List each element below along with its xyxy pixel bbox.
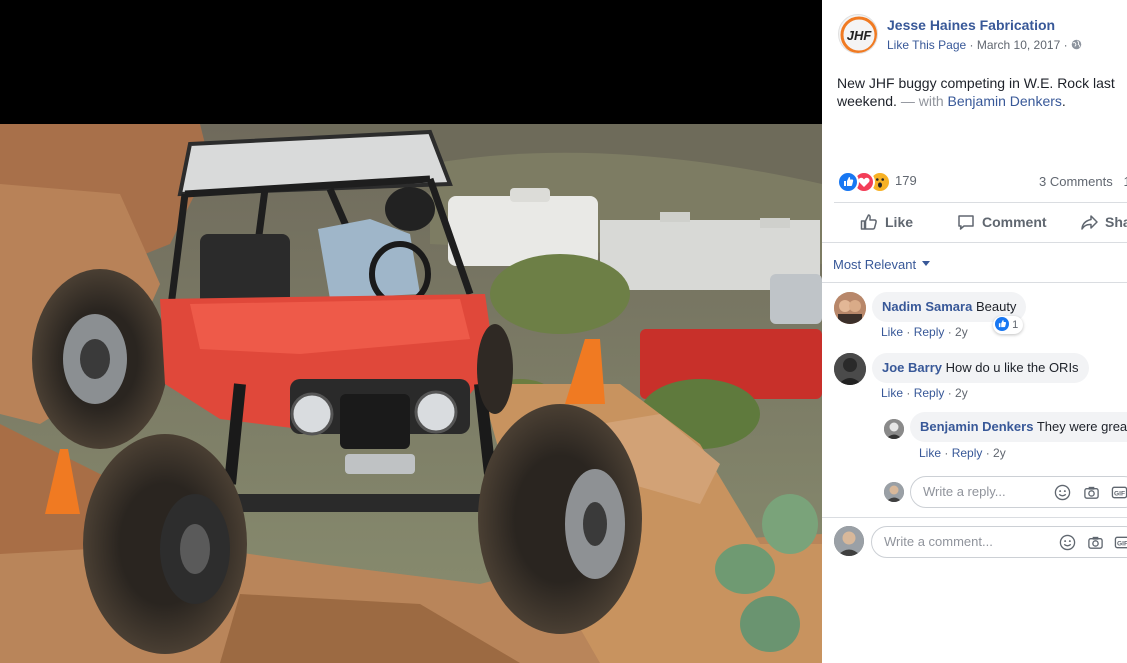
caption-end: .: [1061, 93, 1066, 109]
comment-sort-dropdown[interactable]: Most Relevant: [833, 257, 930, 272]
meta-separator: ·: [969, 38, 977, 52]
thumbs-up-icon: [860, 214, 877, 230]
jhf-logo-icon: JHF: [840, 16, 877, 53]
like-page-link[interactable]: Like This Page: [887, 38, 966, 52]
svg-text:GIF: GIF: [1114, 490, 1125, 497]
avatar-photo: [834, 292, 866, 324]
divider: [834, 202, 1127, 203]
reply-input-placeholder: Write a reply...: [923, 484, 1006, 499]
like-reaction-icon: [995, 317, 1009, 331]
gif-icon[interactable]: GIF: [1111, 484, 1127, 501]
commenter-avatar[interactable]: [834, 353, 866, 385]
comments-count[interactable]: 3 Comments 1: [1039, 174, 1127, 189]
like-reaction-icon: [837, 171, 859, 193]
comment-reaction-count: 1: [1012, 319, 1019, 331]
comment-reaction-badge[interactable]: 1: [993, 316, 1024, 334]
buggy-photo-image: [0, 124, 822, 663]
photo-viewer[interactable]: [0, 0, 822, 663]
meta-separator: ·: [1063, 38, 1071, 52]
comment-reply-link[interactable]: Reply: [914, 386, 945, 400]
avatar-photo: [834, 526, 864, 556]
comments-count-label[interactable]: 3 Comments: [1039, 174, 1113, 189]
comment-actions: Like · Reply · 2y: [881, 386, 968, 400]
replier-avatar[interactable]: [884, 419, 904, 439]
reply-input[interactable]: Write a reply... GIF: [910, 476, 1127, 508]
comment-input-placeholder: Write a comment...: [884, 534, 993, 549]
commenter-avatar[interactable]: [834, 292, 866, 324]
share-icon: [1081, 215, 1098, 230]
comment-time[interactable]: 2y: [955, 386, 968, 400]
divider: [822, 242, 1127, 243]
own-avatar: [884, 482, 904, 502]
comment-text: How do u like the ORIs: [945, 360, 1079, 375]
post-date[interactable]: March 10, 2017: [977, 38, 1060, 52]
share-button[interactable]: Sha: [1079, 204, 1127, 240]
commenter-name-link[interactable]: Nadim Samara: [882, 299, 972, 314]
divider: [822, 517, 1127, 518]
post-caption: New JHF buggy competing in W.E. Rock las…: [837, 74, 1127, 110]
comment-bubble: Joe Barry How do u like the ORIs: [872, 353, 1089, 383]
share-button-label: Sha: [1105, 214, 1127, 230]
camera-icon[interactable]: [1083, 484, 1100, 501]
reply-bubble: Benjamin Denkers They were grea: [910, 412, 1127, 442]
gif-icon[interactable]: GIF: [1114, 534, 1127, 551]
own-avatar: [834, 526, 864, 556]
post-meta: Like This Page · March 10, 2017 ·: [887, 38, 1082, 52]
sort-label[interactable]: Most Relevant: [833, 257, 916, 272]
svg-text:GIF: GIF: [1117, 540, 1127, 547]
logo-text: JHF: [847, 28, 873, 43]
tagged-person-link[interactable]: Benjamin Denkers: [948, 93, 1062, 109]
emoji-icon[interactable]: [1059, 534, 1076, 551]
comment-actions: Like · Reply · 2y: [881, 325, 968, 339]
camera-icon[interactable]: [1087, 534, 1104, 551]
commenter-name-link[interactable]: Joe Barry: [882, 360, 942, 375]
page-logo-avatar[interactable]: JHF: [838, 14, 878, 54]
like-button[interactable]: Like: [859, 204, 913, 240]
comment-text: Beauty: [975, 299, 1017, 314]
reply-time[interactable]: 2y: [993, 446, 1006, 460]
avatar-photo: [884, 419, 904, 439]
page-name-link[interactable]: Jesse Haines Fabrication: [887, 17, 1055, 33]
comment-button-label: Comment: [982, 214, 1047, 230]
reply-actions: Like · Reply · 2y: [919, 446, 1006, 460]
globe-icon[interactable]: [1071, 39, 1082, 50]
shares-count-partial[interactable]: 1: [1124, 174, 1127, 189]
caret-down-icon: [921, 261, 930, 266]
comment-button[interactable]: Comment: [956, 204, 1047, 240]
comment-like-link[interactable]: Like: [881, 386, 903, 400]
reaction-count[interactable]: 179: [895, 173, 917, 188]
like-button-label: Like: [885, 214, 914, 230]
comment-input[interactable]: Write a comment... GIF: [871, 526, 1127, 558]
post-sidebar: JHF Jesse Haines Fabrication Like This P…: [822, 0, 1127, 663]
emoji-icon[interactable]: [1054, 484, 1071, 501]
reply-like-link[interactable]: Like: [919, 446, 941, 460]
caption-with: — with: [900, 93, 944, 109]
reply-text: They were grea: [1036, 419, 1127, 434]
comment-time[interactable]: 2y: [955, 325, 968, 339]
replier-name-link[interactable]: Benjamin Denkers: [920, 419, 1033, 434]
reply-reply-link[interactable]: Reply: [952, 446, 983, 460]
comment-reply-link[interactable]: Reply: [914, 325, 945, 339]
comment-like-link[interactable]: Like: [881, 325, 903, 339]
divider: [822, 282, 1127, 283]
post-photo-rock-buggy[interactable]: [0, 124, 822, 663]
comment-icon: [958, 215, 974, 230]
avatar-photo: [884, 482, 904, 502]
avatar-photo: [834, 353, 866, 385]
